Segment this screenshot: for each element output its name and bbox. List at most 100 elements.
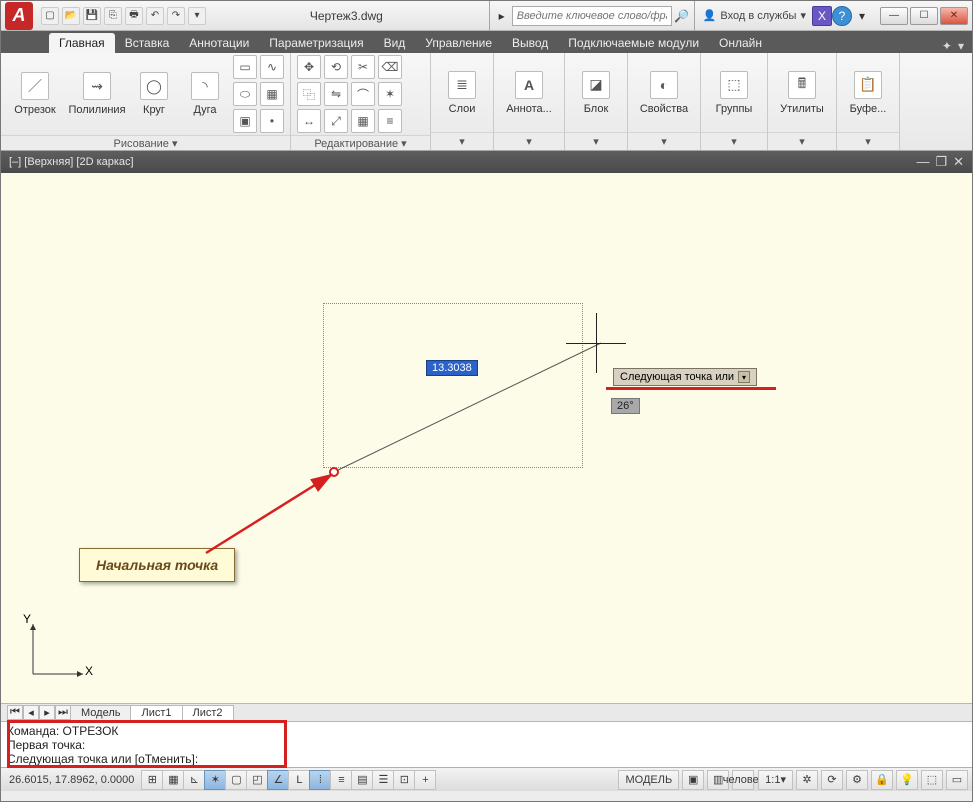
panel-layers-arrow[interactable]: ▾ [431,132,493,150]
qat-more-icon[interactable]: ▾ [188,7,206,25]
command-input[interactable] [198,752,458,766]
lwt-toggle[interactable]: ≡ [330,770,352,790]
polyline-button[interactable]: ⇝Полилиния [69,57,125,131]
status-model[interactable]: МОДЕЛЬ [618,770,679,790]
close-button[interactable]: ✕ [940,7,968,25]
circle-button[interactable]: ◯Круг [131,57,177,131]
scale-icon[interactable]: ⤢ [324,109,348,133]
ortho-toggle[interactable]: ⊾ [183,770,205,790]
layers-button[interactable]: ≣Слои [437,56,487,130]
status-clean-icon[interactable]: ▭ [946,770,968,790]
hatch-icon[interactable]: ▦ [260,82,284,106]
qat-saveas-icon[interactable]: ⎘ [104,7,122,25]
line-button[interactable]: ／Отрезок [7,57,63,131]
tab-annotations[interactable]: Аннотации [179,33,259,53]
status-iso-icon[interactable]: ⬚ [921,770,943,790]
status-grid2-icon[interactable]: ▣ [682,770,704,790]
layout-first-icon[interactable]: ⏮ [7,705,23,720]
ribbon-min-icon[interactable]: ▾ [958,39,964,53]
tab-online[interactable]: Онлайн [709,33,772,53]
binoculars-icon[interactable]: 🔎 [672,6,692,26]
dyn-toggle[interactable]: ⁞ [309,770,331,790]
3dosnap-toggle[interactable]: ◰ [246,770,268,790]
layout-next-icon[interactable]: ▸ [39,705,55,720]
doc-restore-icon[interactable]: ❐ [935,154,947,170]
status-annvis-icon[interactable]: ✲ [796,770,818,790]
app-menu-button[interactable]: A [5,2,33,30]
tab-output[interactable]: Вывод [502,33,558,53]
tab-view[interactable]: Вид [374,33,416,53]
layout-tab-model[interactable]: Модель [70,705,131,721]
layout-tab-sheet1[interactable]: Лист1 [130,705,182,721]
tab-home[interactable]: Главная [49,33,115,53]
array-icon[interactable]: ▦ [351,109,375,133]
region-icon[interactable]: ▣ [233,109,257,133]
panel-groups-arrow[interactable]: ▾ [701,132,767,150]
tpy-toggle[interactable]: ▤ [351,770,373,790]
qat-print-icon[interactable]: 🖶 [125,7,143,25]
ribbon-expand-icon[interactable]: ✦ [942,39,952,53]
stretch-icon[interactable]: ↔ [297,109,321,133]
panel-drawing-title[interactable]: Рисование ▾ [1,135,290,150]
tab-insert[interactable]: Вставка [115,33,180,53]
utils-button[interactable]: 🖩Утилиты [774,56,830,130]
status-lock-icon[interactable]: 🔒 [871,770,893,790]
osnap-toggle[interactable]: ▢ [225,770,247,790]
layout-last-icon[interactable]: ⏭ [55,705,71,720]
qat-save-icon[interactable]: 💾 [83,7,101,25]
status-annauto-icon[interactable]: ⟳ [821,770,843,790]
search-input[interactable] [512,6,672,26]
otrack-toggle[interactable]: ∠ [267,770,289,790]
annot-button[interactable]: AАннота... [500,56,558,130]
layout-prev-icon[interactable]: ◂ [23,705,39,720]
arc-button[interactable]: ◝Дуга [183,57,227,131]
tooltip-dropdown-icon[interactable]: ▾ [738,371,750,383]
trim-icon[interactable]: ✂ [351,55,375,79]
search-play-icon[interactable]: ▸ [492,6,512,26]
copy-icon[interactable]: ⿻ [297,82,321,106]
rotate-icon[interactable]: ⟲ [324,55,348,79]
point-icon[interactable]: • [260,109,284,133]
tab-manage[interactable]: Управление [415,33,502,53]
explode-icon[interactable]: ✶ [378,82,402,106]
qat-undo-icon[interactable]: ↶ [146,7,164,25]
fillet-icon[interactable]: ⌒ [351,82,375,106]
panel-block-arrow[interactable]: ▾ [565,132,627,150]
props-button[interactable]: ◐Свойства [634,56,694,130]
layout-tab-sheet2[interactable]: Лист2 [182,705,234,721]
qat-redo-icon[interactable]: ↷ [167,7,185,25]
move-icon[interactable]: ✥ [297,55,321,79]
ducs-toggle[interactable]: L [288,770,310,790]
qat-new-icon[interactable]: ▢ [41,7,59,25]
status-annscale-icon[interactable]: человек [732,770,754,790]
panel-annot-arrow[interactable]: ▾ [494,132,564,150]
mirror-icon[interactable]: ⇋ [324,82,348,106]
help-icon[interactable]: ? [832,6,852,26]
groups-button[interactable]: ⬚Группы [707,56,761,130]
polar-toggle[interactable]: ✶ [204,770,226,790]
clipboard-button[interactable]: 📋Буфе... [843,56,893,130]
offset-icon[interactable]: ≡ [378,109,402,133]
grid-toggle[interactable]: ▦ [162,770,184,790]
signin-area[interactable]: 👤 Вход в службы ▾ [703,9,806,22]
minimize-button[interactable]: — [880,7,908,25]
tab-plugins[interactable]: Подключаемые модули [558,33,709,53]
status-hw-icon[interactable]: 💡 [896,770,918,790]
snap-toggle[interactable]: ⊞ [141,770,163,790]
panel-clip-arrow[interactable]: ▾ [837,132,899,150]
block-button[interactable]: ◪Блок [571,56,621,130]
viewport-label[interactable]: [–] [Верхняя] [2D каркас] [9,156,134,168]
qp-toggle[interactable]: ☰ [372,770,394,790]
status-ws-icon[interactable]: ⚙ [846,770,868,790]
panel-utils-arrow[interactable]: ▾ [768,132,836,150]
erase-icon[interactable]: ⌫ [378,55,402,79]
rect-icon[interactable]: ▭ [233,55,257,79]
maximize-button[interactable]: ☐ [910,7,938,25]
panel-editing-title[interactable]: Редактирование ▾ [291,135,430,150]
drawing-canvas[interactable]: 13.3038 Следующая точка или ▾ 26° Началь… [1,173,972,703]
sc-toggle[interactable]: ⊡ [393,770,415,790]
spline-icon[interactable]: ∿ [260,55,284,79]
ellipse-icon[interactable]: ⬭ [233,82,257,106]
help-dropdown-icon[interactable]: ▾ [852,6,872,26]
doc-close-icon[interactable]: ✕ [953,154,964,170]
